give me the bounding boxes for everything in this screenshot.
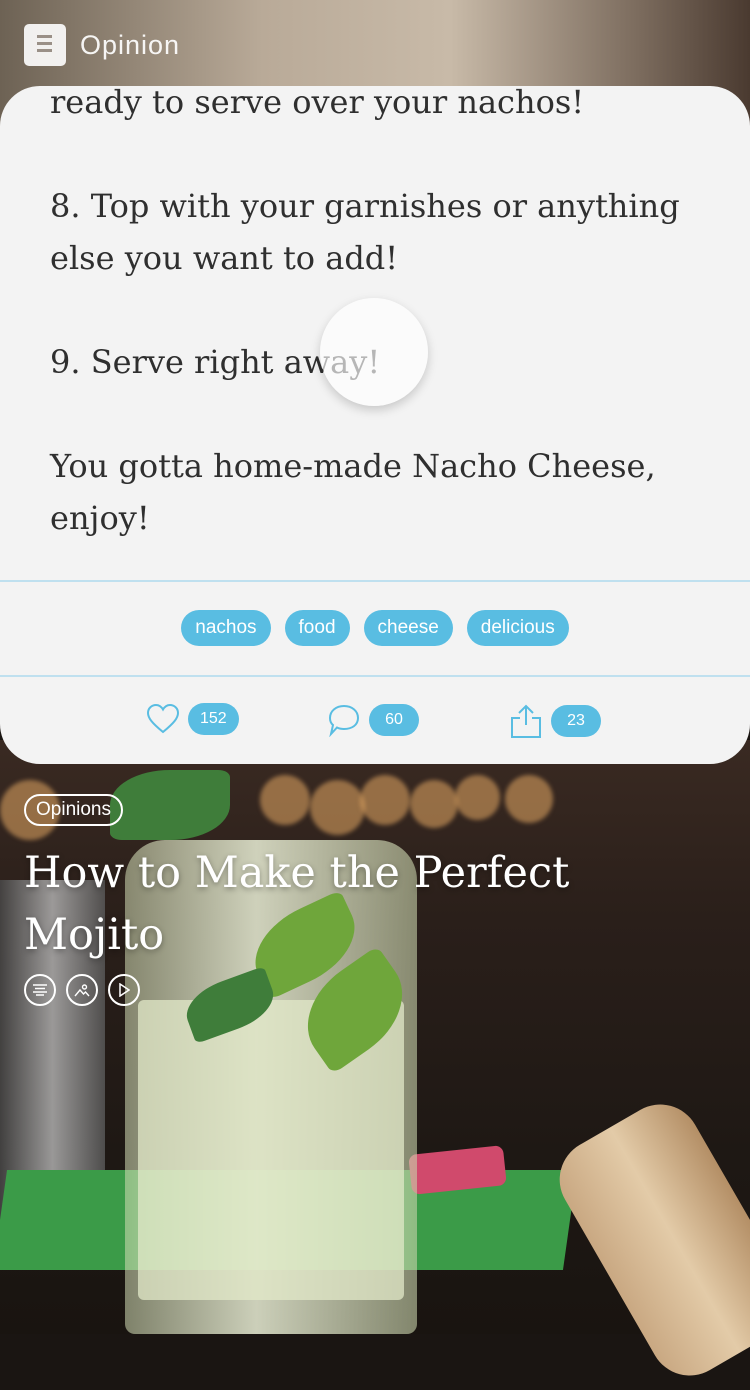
share-icon <box>511 704 541 738</box>
comment-count: 60 <box>369 704 419 736</box>
tags-divider-top <box>0 580 750 582</box>
header-title: Opinion <box>80 29 181 60</box>
content-type-icons <box>24 974 664 1006</box>
share-button[interactable]: 23 <box>509 703 601 739</box>
article-paragraph: 8. Top with your garnishes or anything e… <box>50 187 680 277</box>
comment-button[interactable]: 60 <box>327 703 419 737</box>
tags-divider-bottom <box>0 675 750 677</box>
like-button[interactable]: 152 <box>146 703 239 735</box>
text-icon <box>24 974 56 1006</box>
share-count: 23 <box>551 705 601 737</box>
like-count: 152 <box>188 703 239 735</box>
article-paragraph: ready to serve over your nachos! <box>50 86 585 121</box>
article-paragraph: You gotta home-made Nacho Cheese, enjoy! <box>50 447 656 537</box>
tag-list: nachos food cheese delicious <box>0 610 750 646</box>
story-title[interactable]: How to Make the Perfect Mojito <box>24 842 664 966</box>
comment-icon <box>328 704 360 737</box>
tag-chip[interactable]: delicious <box>466 610 569 646</box>
app-header: Opinion <box>24 24 180 66</box>
image-icon <box>66 974 98 1006</box>
tag-chip[interactable]: cheese <box>363 610 453 646</box>
tag-chip[interactable]: nachos <box>181 610 271 646</box>
touch-indicator <box>320 298 428 406</box>
video-icon <box>108 974 140 1006</box>
action-bar: 152 60 23 <box>0 703 750 743</box>
tag-chip[interactable]: food <box>284 610 350 646</box>
article-card[interactable]: ready to serve over your nachos! 8. Top … <box>0 86 750 764</box>
article-icon[interactable] <box>24 24 66 66</box>
heart-icon <box>146 703 180 734</box>
category-pill[interactable]: Opinions <box>24 794 123 826</box>
next-story[interactable]: Opinions How to Make the Perfect Mojito <box>24 794 664 1006</box>
